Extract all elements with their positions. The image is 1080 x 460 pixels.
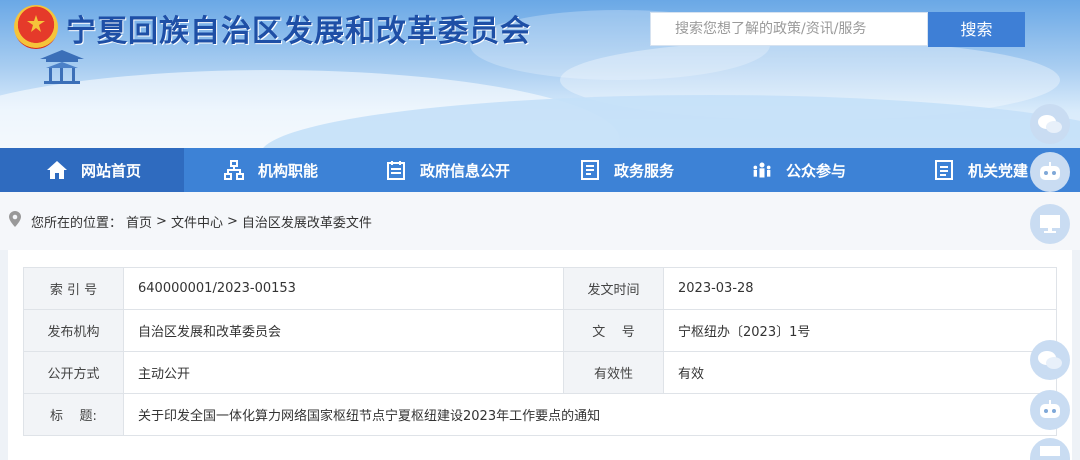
nav-label: 机关党建 [968, 161, 1029, 180]
breadcrumb-link-home[interactable]: 首页 [126, 212, 152, 231]
monitor-float-button[interactable] [1030, 204, 1070, 244]
doc-icon [934, 160, 954, 180]
nav-item-home[interactable]: 网站首页 [0, 148, 184, 192]
publisher-value: 自治区发展和改革委员会 [123, 309, 564, 352]
wechat-icon [1038, 351, 1062, 369]
doc-info-panel: 索 引 号 640000001/2023-00153 发文时间 2023-03-… [8, 250, 1072, 460]
list-doc-icon [580, 160, 600, 180]
breadcrumb: 您所在的位置： 首页 > 文件中心 > 自治区发展改革委文件 [0, 192, 1080, 250]
title-label: 标 题: [23, 393, 124, 436]
breadcrumb-link-current[interactable]: 自治区发展改革委文件 [242, 212, 372, 231]
nav-item-services[interactable]: 政务服务 [580, 148, 674, 192]
publisher-label: 发布机构 [23, 309, 124, 352]
wechat-float-button[interactable] [1030, 340, 1070, 380]
wechat-icon [1038, 115, 1062, 133]
validity-value: 有效 [663, 351, 1057, 394]
title-value[interactable]: 关于印发全国一体化算力网络国家枢纽节点宁夏枢纽建设2023年工作要点的通知 [123, 393, 1057, 436]
monitor-icon [1040, 446, 1060, 456]
national-emblem-icon[interactable] [14, 5, 58, 49]
search-button[interactable]: 搜索 [928, 12, 1025, 47]
nav-label: 机构职能 [258, 161, 319, 180]
breadcrumb-link-files[interactable]: 文件中心 [171, 212, 223, 231]
pavilion-icon [40, 50, 84, 84]
search-input[interactable] [650, 12, 928, 46]
nav-label: 政府信息公开 [420, 161, 511, 180]
breadcrumb-prefix: 您所在的位置： [31, 215, 123, 231]
robot-float-button[interactable] [1030, 390, 1070, 430]
validity-label: 有效性 [563, 351, 664, 394]
docno-value: 宁枢纽办〔2023〕1号 [663, 309, 1057, 352]
monitor-icon [1040, 215, 1060, 233]
header-banner: 宁夏回族自治区发展和改革委员会 搜索 [0, 0, 1080, 148]
nav-item-participation[interactable]: 公众参与 [752, 148, 846, 192]
date-label: 发文时间 [563, 267, 664, 310]
nav-item-org[interactable]: 机构职能 [224, 148, 318, 192]
robot-icon [1040, 400, 1060, 418]
nav-label: 网站首页 [81, 161, 142, 180]
people-icon [752, 160, 772, 180]
mode-label: 公开方式 [23, 351, 124, 394]
nav-label: 公众参与 [786, 161, 847, 180]
docno-label: 文 号 [563, 309, 664, 352]
calendar-doc-icon [386, 160, 406, 180]
nav-label: 政务服务 [614, 161, 675, 180]
index-value: 640000001/2023-00153 [123, 267, 564, 310]
table-row: 标 题: 关于印发全国一体化算力网络国家枢纽节点宁夏枢纽建设2023年工作要点的… [23, 393, 1057, 436]
table-row: 发布机构 自治区发展和改革委员会 文 号 宁枢纽办〔2023〕1号 [23, 309, 1057, 352]
robot-icon [1040, 162, 1060, 180]
org-chart-icon [224, 160, 244, 180]
robot-float-button[interactable] [1030, 152, 1070, 192]
date-value: 2023-03-28 [663, 267, 1057, 310]
doc-info-table: 索 引 号 640000001/2023-00153 发文时间 2023-03-… [23, 267, 1057, 436]
site-title[interactable]: 宁夏回族自治区发展和改革委员会 [66, 6, 531, 50]
table-row: 索 引 号 640000001/2023-00153 发文时间 2023-03-… [23, 267, 1057, 310]
breadcrumb-separator: > [226, 213, 238, 229]
mode-value: 主动公开 [123, 351, 564, 394]
wechat-float-button[interactable] [1030, 104, 1070, 144]
table-row: 公开方式 主动公开 有效性 有效 [23, 351, 1057, 394]
home-icon [47, 160, 67, 180]
index-label: 索 引 号 [23, 267, 124, 310]
location-pin-icon [9, 211, 21, 231]
nav-item-party[interactable]: 机关党建 [934, 148, 1028, 192]
nav-item-gov-info[interactable]: 政府信息公开 [386, 148, 510, 192]
breadcrumb-separator: > [156, 213, 167, 229]
main-nav: 网站首页 机构职能 政府信息公开 政务服务 公众参与 机关党建 [0, 148, 1080, 192]
